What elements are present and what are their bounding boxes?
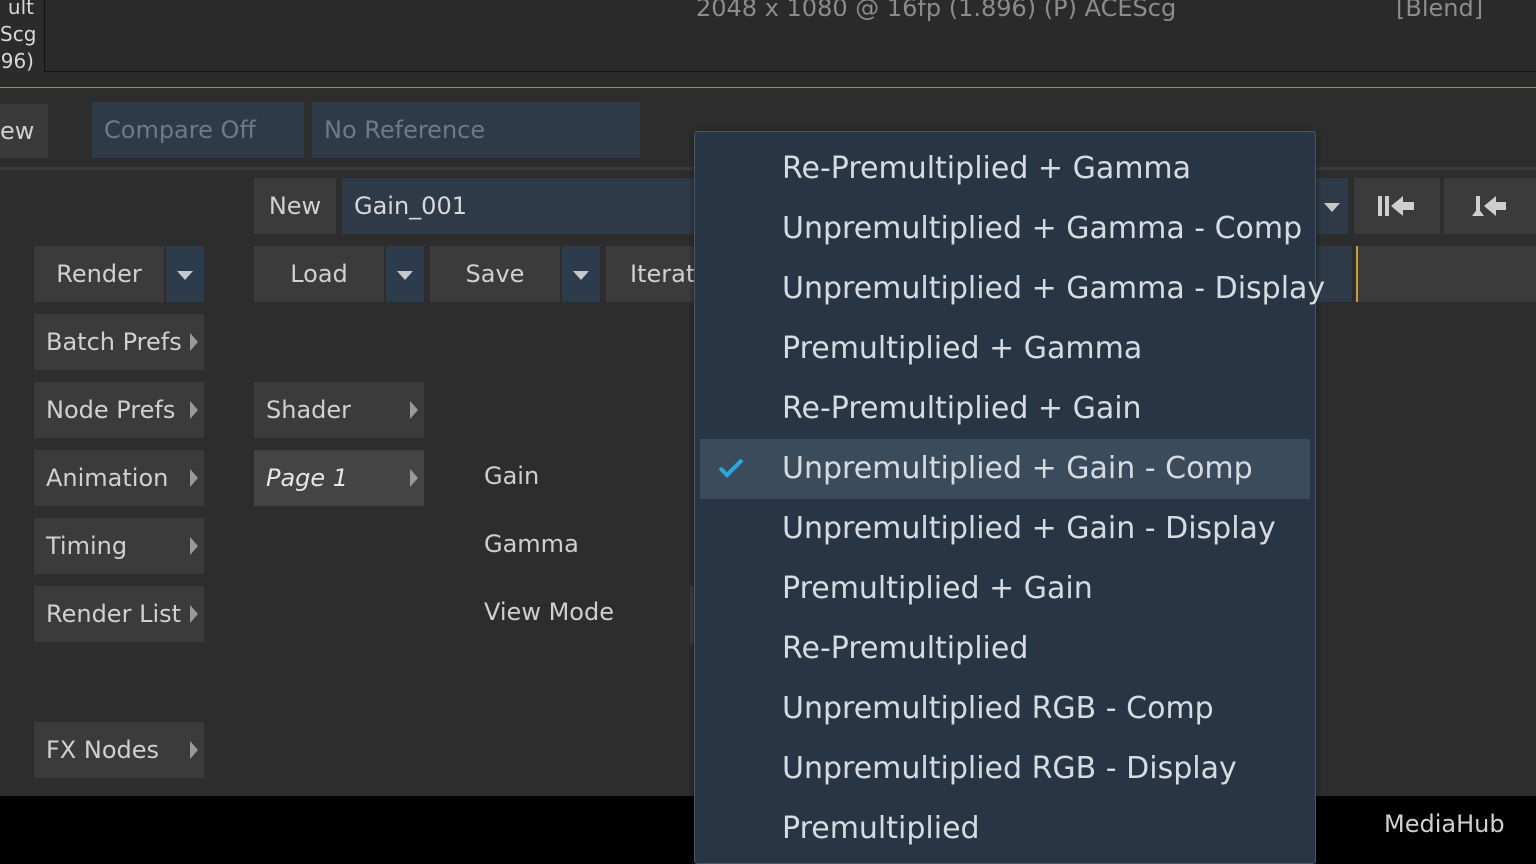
animation-button[interactable]: Animation — [34, 450, 204, 506]
menu-item-unpremultiplied-gain-comp[interactable]: Unpremultiplied + Gain - Comp — [700, 439, 1310, 499]
chevron-right-icon — [410, 401, 418, 419]
chevron-down-icon — [573, 271, 589, 280]
render-options-button[interactable] — [166, 246, 204, 302]
node-prefs-button[interactable]: Node Prefs — [34, 382, 204, 438]
view-mode-dropdown-menu: Re-Premultiplied + Gamma Unpremultiplied… — [694, 131, 1325, 864]
iterate-button[interactable]: Iterat — [606, 246, 706, 302]
shader-page-button[interactable]: Shader — [254, 382, 424, 438]
menu-item-label: Unpremultiplied + Gain - Display — [782, 511, 1276, 546]
menu-item-unpremultiplied-gamma-display[interactable]: Unpremultiplied + Gamma - Display — [700, 259, 1325, 319]
shader-page-label: Shader — [266, 396, 352, 424]
menu-item-label: Unpremultiplied RGB - Comp — [782, 691, 1214, 726]
viewer-blend-text: [Blend] — [1396, 0, 1484, 22]
menu-item-label: Unpremultiplied + Gain - Comp — [782, 451, 1253, 486]
menu-item-re-premultiplied[interactable]: Re-Premultiplied — [700, 619, 1310, 679]
menu-item-label: Unpremultiplied + Gamma - Comp — [782, 211, 1303, 246]
chevron-right-icon — [190, 469, 198, 487]
goto-start-icon — [1378, 196, 1414, 216]
compare-dropdown[interactable]: Compare Off — [92, 102, 304, 158]
viewer-left-line-2: Scg — [0, 22, 37, 46]
menu-item-premultiplied[interactable]: Premultiplied — [700, 799, 1310, 859]
fx-nodes-button[interactable]: FX Nodes — [34, 722, 204, 778]
batch-prefs-label: Batch Prefs — [46, 328, 182, 356]
save-options-button[interactable] — [562, 246, 600, 302]
menu-item-re-premultiplied-gamma[interactable]: Re-Premultiplied + Gamma — [700, 139, 1310, 199]
new-setup-button[interactable]: New — [254, 178, 336, 234]
viewer-left-info: ult Scg 96) — [0, 0, 40, 84]
load-button[interactable]: Load — [254, 246, 384, 302]
menu-item-unpremultiplied-gain-display[interactable]: Unpremultiplied + Gain - Display — [700, 499, 1310, 559]
menu-item-label: Unpremultiplied RGB - Display — [782, 751, 1237, 786]
gain-label: Gain — [484, 462, 540, 490]
menu-item-unpremultiplied-gamma-comp[interactable]: Unpremultiplied + Gamma - Comp — [700, 199, 1310, 259]
view-mode-label: View Mode — [484, 598, 614, 626]
goto-start-button[interactable] — [1354, 178, 1440, 234]
menu-item-unpremultiplied-rgb-comp[interactable]: Unpremultiplied RGB - Comp — [700, 679, 1310, 739]
chevron-right-icon — [190, 605, 198, 623]
reference-dropdown[interactable]: No Reference — [312, 102, 640, 158]
viewer-left-line-3: 96) — [0, 49, 34, 73]
viewer-left-line-1: ult — [7, 0, 34, 19]
batch-prefs-button[interactable]: Batch Prefs — [34, 314, 204, 370]
render-button[interactable]: Render — [34, 246, 164, 302]
menu-item-label: Premultiplied — [782, 811, 980, 846]
animation-label: Animation — [46, 464, 169, 492]
menu-item-label: Premultiplied + Gain — [782, 571, 1093, 606]
gamma-label: Gamma — [484, 530, 579, 558]
checkmark-icon — [718, 458, 744, 478]
node-prefs-label: Node Prefs — [46, 396, 176, 424]
menu-item-premultiplied-gamma[interactable]: Premultiplied + Gamma — [700, 319, 1310, 379]
menu-item-label: Re-Premultiplied + Gamma — [782, 151, 1192, 186]
chevron-right-icon — [190, 401, 198, 419]
chevron-down-icon — [397, 271, 413, 280]
chevron-down-icon — [177, 271, 193, 280]
fx-nodes-label: FX Nodes — [46, 736, 160, 764]
chevron-down-icon — [1324, 203, 1340, 212]
render-list-button[interactable]: Render List — [34, 586, 204, 642]
viewer-format-text: 2048 x 1080 @ 16fp (1.896) (P) ACEScg — [696, 0, 1177, 22]
render-list-label: Render List — [46, 600, 182, 628]
menu-item-re-premultiplied-gain[interactable]: Re-Premultiplied + Gain — [700, 379, 1310, 439]
menu-item-label: Premultiplied + Gamma — [782, 331, 1143, 366]
menu-item-unpremultiplied-rgb-display[interactable]: Unpremultiplied RGB - Display — [700, 739, 1310, 799]
page-1-button[interactable]: Page 1 — [254, 450, 424, 506]
page-1-label: Page 1 — [266, 464, 349, 492]
menu-item-premultiplied-gain[interactable]: Premultiplied + Gain — [700, 559, 1310, 619]
step-back-button[interactable] — [1444, 178, 1536, 234]
menu-item-label: Re-Premultiplied + Gain — [782, 391, 1142, 426]
chevron-right-icon — [410, 469, 418, 487]
menu-item-label: Unpremultiplied + Gamma - Display — [782, 271, 1326, 306]
chevron-right-icon — [190, 741, 198, 759]
save-button[interactable]: Save — [430, 246, 560, 302]
view-tab[interactable]: ew — [0, 104, 48, 158]
timing-label: Timing — [46, 532, 128, 560]
mediahub-tab[interactable]: MediaHub — [1384, 810, 1505, 838]
right-field-secondary[interactable] — [1356, 246, 1536, 302]
timing-button[interactable]: Timing — [34, 518, 204, 574]
step-back-icon — [1472, 196, 1506, 216]
chevron-right-icon — [190, 333, 198, 351]
view-tab-label: ew — [0, 117, 35, 145]
load-options-button[interactable] — [386, 246, 424, 302]
chevron-right-icon — [190, 537, 198, 555]
setup-name-caret[interactable] — [1316, 178, 1348, 234]
setup-name-field[interactable]: Gain_001 — [342, 178, 702, 234]
menu-item-label: Re-Premultiplied — [782, 631, 1029, 666]
